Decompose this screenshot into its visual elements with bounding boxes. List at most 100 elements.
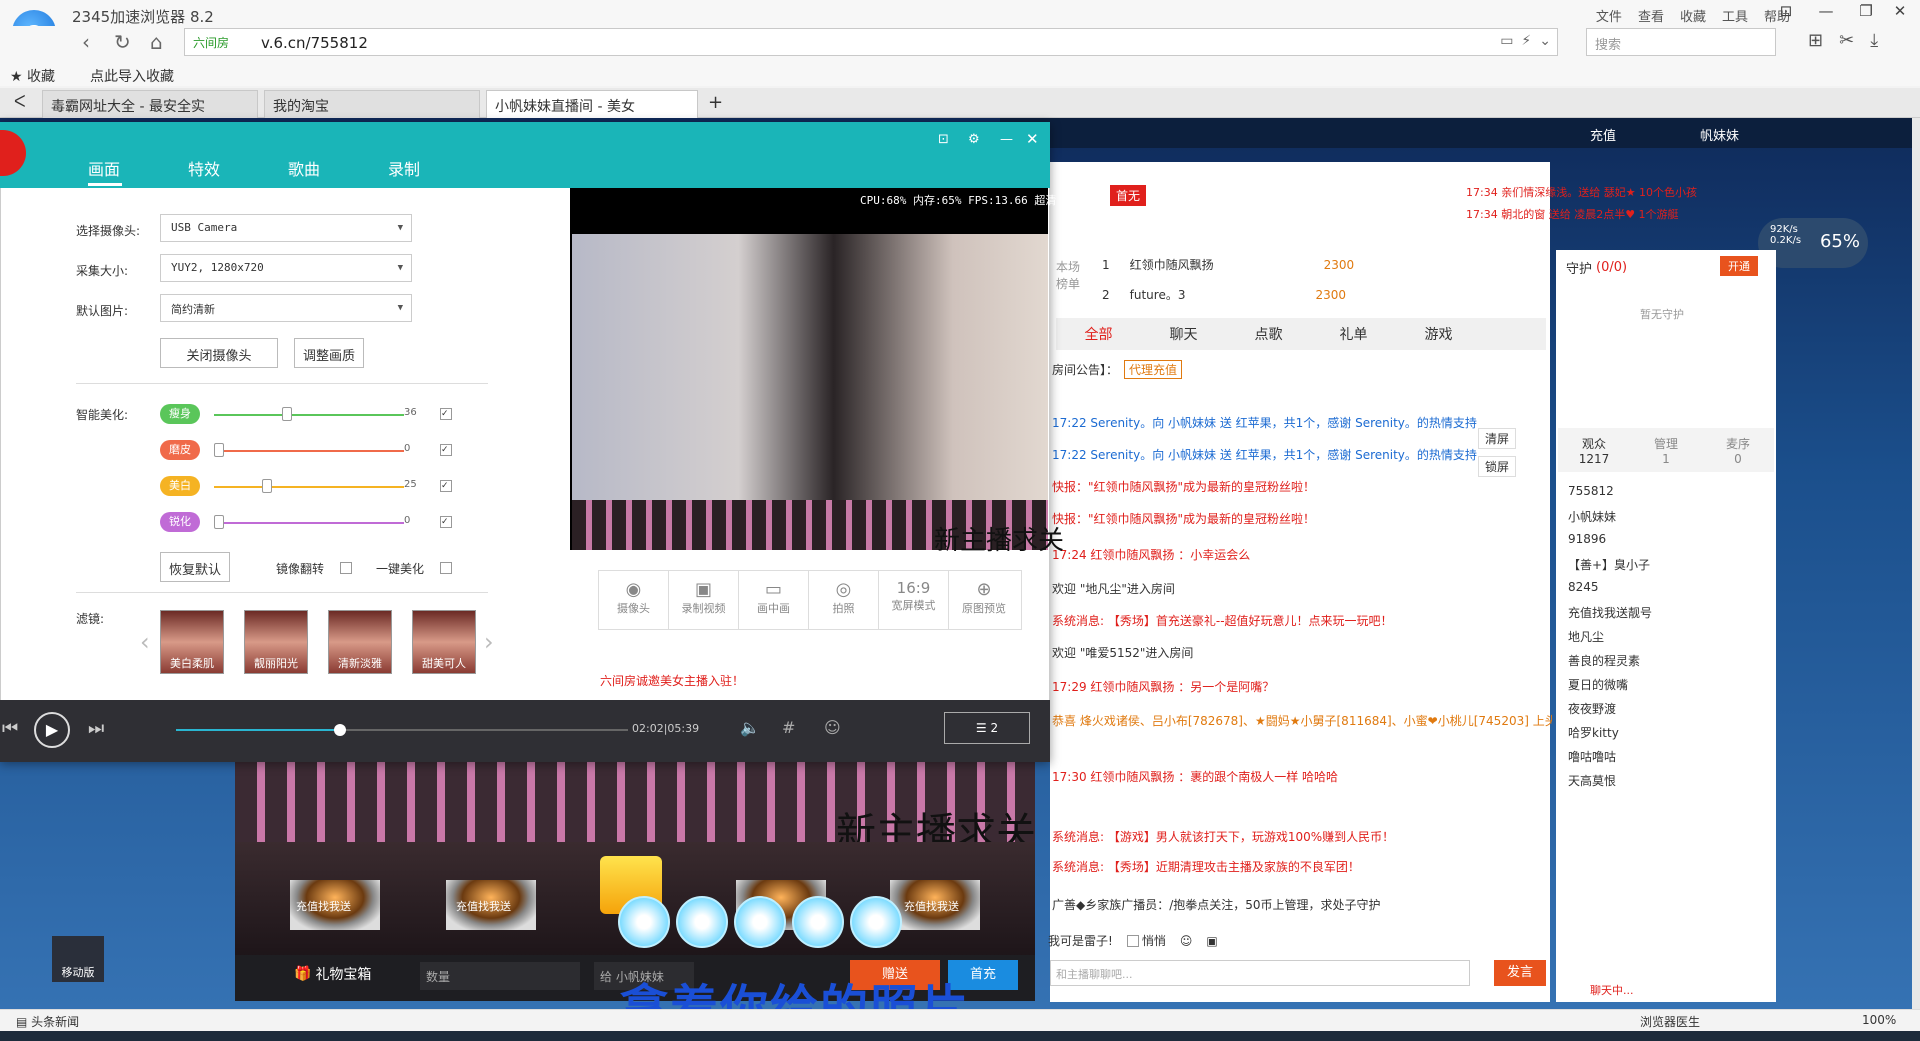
chat-input[interactable]: 和主播聊聊吧... 发言 bbox=[1050, 960, 1550, 986]
menu-favorites[interactable]: 收藏 bbox=[1680, 6, 1706, 25]
camera-select[interactable]: USB Camera bbox=[160, 214, 412, 242]
audience-user[interactable]: 【善+】臭小子 bbox=[1568, 556, 1650, 573]
import-favorites-link[interactable]: 点此导入收藏 bbox=[90, 66, 174, 86]
play-button[interactable]: ▶ bbox=[34, 712, 70, 748]
record-video-tool[interactable]: ▣ 录制视频 bbox=[669, 571, 739, 629]
beauty-slider-handle[interactable] bbox=[262, 479, 272, 493]
filter-thumb[interactable]: 清新淡雅 bbox=[328, 610, 392, 674]
filter-thumb[interactable]: 美白柔肌 bbox=[160, 610, 224, 674]
apps-icon[interactable]: ⊞ bbox=[1808, 30, 1823, 51]
widescreen-tool[interactable]: 16:9 宽屏模式 bbox=[879, 571, 949, 629]
filter-thumb[interactable]: 靓丽阳光 bbox=[244, 610, 308, 674]
home-icon[interactable]: ⌂ bbox=[150, 30, 163, 54]
tab-songs[interactable]: 歌曲 bbox=[288, 156, 320, 180]
zoom-level[interactable]: 100% bbox=[1862, 1013, 1896, 1027]
audience-user[interactable]: 755812 bbox=[1568, 484, 1614, 498]
adjust-quality-button[interactable]: 调整画质 bbox=[294, 338, 364, 368]
audience-user[interactable]: 夏日的微嘴 bbox=[1568, 676, 1628, 693]
tab-effects[interactable]: 特效 bbox=[188, 156, 220, 180]
audience-user[interactable]: 夜夜野渡 bbox=[1568, 700, 1616, 717]
filter-thumb[interactable]: 甜美可人 bbox=[412, 610, 476, 674]
tab-live-room[interactable]: 小帆妹妹直播间 - 美女 bbox=[486, 90, 698, 118]
speed-icon[interactable]: ⚡ bbox=[1521, 33, 1531, 49]
smile-icon[interactable]: ☺ bbox=[824, 718, 841, 737]
chat-target[interactable]: 我可是雷子! bbox=[1048, 932, 1113, 949]
picture-select[interactable]: 简约清新 bbox=[160, 294, 412, 322]
size-select[interactable]: YUY2, 1280x720 bbox=[160, 254, 412, 282]
audience-user[interactable]: 充值找我送靓号 bbox=[1568, 604, 1652, 621]
tab-gifts[interactable]: 礼单 bbox=[1311, 324, 1396, 344]
download-icon[interactable]: ⤓ bbox=[1870, 30, 1878, 51]
tab-list-icon[interactable]: ᐸ bbox=[14, 92, 26, 111]
prev-filter-icon[interactable]: ‹ bbox=[140, 628, 150, 656]
beauty-slider[interactable] bbox=[214, 486, 404, 488]
tab-audience[interactable]: 观众 1217 bbox=[1558, 435, 1630, 466]
prev-track-icon[interactable]: ⏮ bbox=[2, 718, 18, 739]
screen-icon[interactable]: ▭ bbox=[1500, 33, 1513, 49]
mobile-version-button[interactable]: 移动版 bbox=[52, 936, 104, 982]
beauty-checkbox[interactable]: ✓ bbox=[440, 516, 452, 528]
charge-link[interactable]: 充值 bbox=[1590, 125, 1616, 144]
minimize-icon[interactable]: — bbox=[1000, 132, 1013, 147]
menu-tools[interactable]: 工具 bbox=[1722, 6, 1748, 25]
beauty-slider[interactable] bbox=[214, 450, 404, 452]
tab-song[interactable]: 点歌 bbox=[1226, 324, 1311, 344]
back-icon[interactable]: ‹ bbox=[82, 30, 90, 54]
camera-tool[interactable]: ◉ 摄像头 bbox=[599, 571, 669, 629]
audience-user[interactable]: 噜咕噜咕 bbox=[1568, 748, 1616, 765]
invite-link[interactable]: 六间房诚邀美女主播入驻！ bbox=[600, 672, 744, 689]
skin-icon[interactable]: ⊡ bbox=[1766, 2, 1806, 24]
volume-icon[interactable]: 🔈 bbox=[740, 718, 760, 737]
scissors-icon[interactable]: ✂ bbox=[1839, 30, 1854, 51]
beauty-slider[interactable] bbox=[214, 522, 404, 524]
close-camera-button[interactable]: 关闭摄像头 bbox=[160, 338, 278, 368]
url-text[interactable]: v.6.cn/755812 bbox=[261, 34, 368, 52]
beauty-checkbox[interactable]: ✓ bbox=[440, 408, 452, 420]
menu-view[interactable]: 查看 bbox=[1638, 6, 1664, 25]
tab-taobao[interactable]: 我的淘宝 bbox=[264, 90, 480, 118]
beauty-checkbox[interactable]: ✓ bbox=[440, 480, 452, 492]
next-filter-icon[interactable]: › bbox=[484, 628, 494, 656]
audience-user[interactable]: 天高莫恨 bbox=[1568, 772, 1616, 789]
audience-user[interactable]: 91896 bbox=[1568, 532, 1606, 546]
gift-box-button[interactable]: 🎁 礼物宝箱 bbox=[294, 964, 371, 984]
refresh-icon[interactable]: ↻ bbox=[114, 30, 131, 54]
tab-chat[interactable]: 聊天 bbox=[1141, 324, 1226, 344]
pip-tool[interactable]: ▭ 画中画 bbox=[739, 571, 809, 629]
audience-user[interactable]: 小帆妹妹 bbox=[1568, 508, 1616, 525]
audience-user[interactable]: 哈罗kitty bbox=[1568, 724, 1619, 741]
page-scrollbar[interactable] bbox=[1912, 118, 1920, 1009]
audience-user[interactable]: 地凡尘 bbox=[1568, 628, 1604, 645]
playlist-button[interactable]: ☰ 2 bbox=[944, 712, 1030, 744]
audience-user[interactable]: 8245 bbox=[1568, 580, 1599, 594]
quantity-input[interactable]: 数量 bbox=[420, 962, 580, 990]
tab-all[interactable]: 全部 bbox=[1056, 324, 1141, 344]
image-icon[interactable]: ▣ bbox=[1206, 934, 1217, 948]
reset-button[interactable]: 恢复默认 bbox=[160, 552, 230, 582]
send-chat-button[interactable]: 发言 bbox=[1494, 960, 1546, 986]
tab-duba[interactable]: 毒霸网址大全 - 最安全实 bbox=[42, 90, 258, 118]
beauty-slider-handle[interactable] bbox=[282, 407, 292, 421]
hash-icon[interactable]: # bbox=[782, 718, 795, 737]
quiet-checkbox[interactable] bbox=[1126, 934, 1139, 947]
onekey-checkbox[interactable] bbox=[440, 562, 452, 574]
address-bar[interactable]: 六间房 v.6.cn/755812 ▭ ⚡ ⌄ bbox=[184, 28, 1558, 56]
original-preview-tool[interactable]: ⊕ 原图预览 bbox=[949, 571, 1019, 629]
new-tab-icon[interactable]: + bbox=[708, 92, 723, 113]
close-window-button[interactable]: ✕ bbox=[1880, 2, 1920, 24]
next-track-icon[interactable]: ⏭ bbox=[88, 718, 104, 739]
rank-row[interactable]: 2 future。3 2300 bbox=[1102, 286, 1346, 303]
audience-user[interactable]: 善良的程灵素 bbox=[1568, 652, 1640, 669]
beauty-slider-handle[interactable] bbox=[214, 515, 224, 529]
beauty-slider-handle[interactable] bbox=[214, 443, 224, 457]
guard-open-button[interactable]: 开通 bbox=[1720, 256, 1758, 276]
news-link[interactable]: ▤ 头条新闻 bbox=[16, 1013, 79, 1030]
chatting-indicator[interactable]: 聊天中... bbox=[1590, 982, 1634, 998]
browser-doctor[interactable]: 浏览器医生 bbox=[1640, 1013, 1700, 1030]
progress-handle[interactable] bbox=[334, 724, 346, 736]
lock-screen-button[interactable]: 锁屏 bbox=[1478, 456, 1517, 477]
mirror-checkbox[interactable] bbox=[340, 562, 352, 574]
beauty-slider[interactable] bbox=[214, 414, 404, 416]
favorites-button[interactable]: ★ 收藏 bbox=[10, 66, 55, 86]
menu-file[interactable]: 文件 bbox=[1596, 6, 1622, 25]
